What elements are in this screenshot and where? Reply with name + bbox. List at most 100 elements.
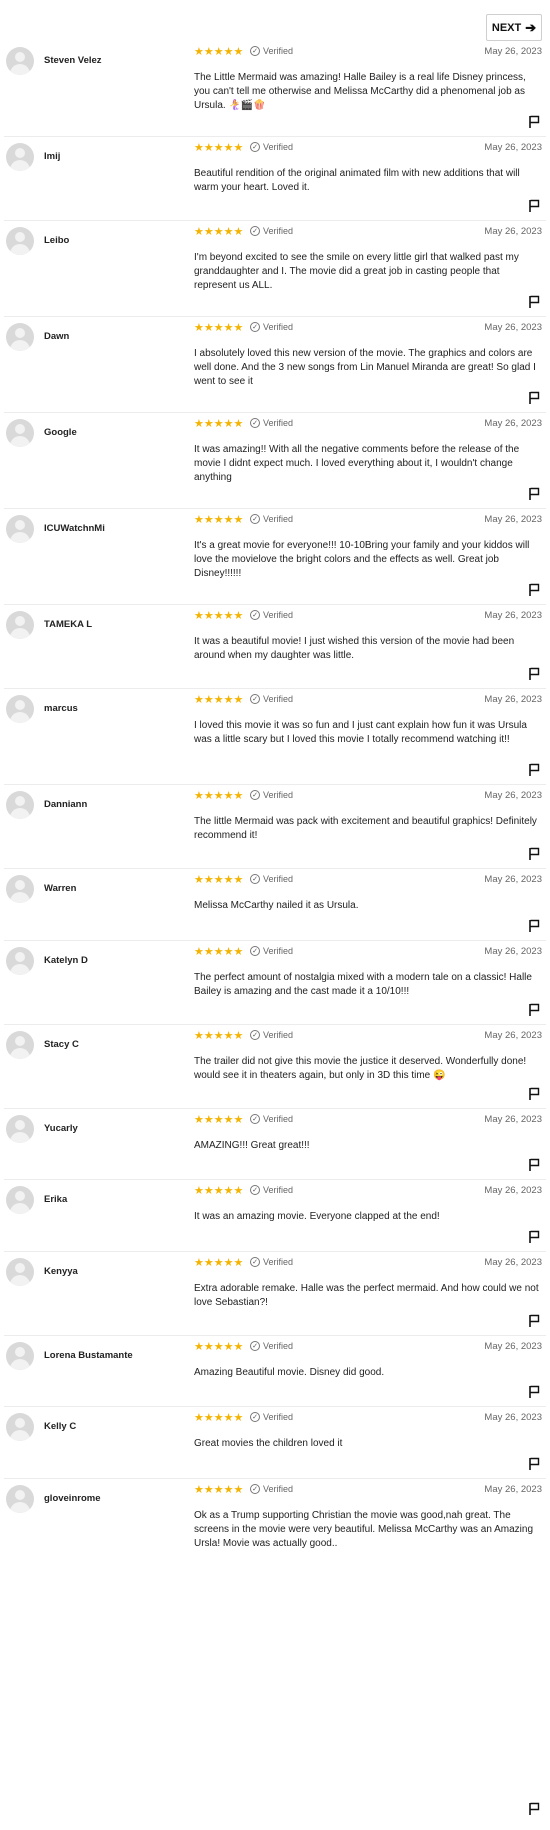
star-icon: ★	[194, 1030, 204, 1042]
review-item: Stacy C ★ ★ ★ ★ ★ ✓ Verified May 26, 2023 The tra…	[4, 1030, 546, 1109]
report-flag-icon[interactable]	[528, 199, 540, 213]
star-icon: ★	[194, 874, 204, 886]
star-rating: ★ ★ ★ ★ ★	[194, 1115, 243, 1126]
star-icon: ★	[203, 418, 214, 430]
star-icon: ★	[213, 1030, 224, 1042]
report-flag-icon[interactable]	[528, 1230, 540, 1244]
star-icon: ★	[223, 946, 234, 958]
star-icon: ★	[223, 514, 234, 526]
avatar-icon	[6, 1031, 34, 1059]
review-item: Leibo ★ ★ ★ ★ ★ ✓ Verified May 26, 2023 I'm beyon…	[4, 226, 546, 317]
report-flag-icon[interactable]	[528, 1314, 540, 1328]
verified-badge: ✓ Verified	[250, 874, 293, 884]
review-author: Dawn	[44, 331, 70, 342]
report-flag-icon[interactable]	[528, 667, 540, 681]
avatar-icon	[6, 1186, 34, 1214]
verified-label: Verified	[263, 514, 294, 524]
star-rating: ★ ★ ★ ★ ★	[194, 1485, 243, 1496]
review-text: It was amazing!! With all the negative c…	[194, 444, 520, 483]
star-icon: ★	[233, 418, 244, 430]
review-item: gloveinrome ★ ★ ★ ★ ★ ✓ Verified May 26, 2023 Ok …	[4, 1484, 546, 1824]
star-icon: ★	[194, 142, 204, 154]
arrow-right-icon: ➔	[525, 20, 537, 35]
star-icon: ★	[194, 514, 204, 526]
star-icon: ★	[223, 46, 234, 58]
avatar-icon	[6, 515, 34, 543]
report-flag-icon[interactable]	[528, 487, 540, 501]
verified-badge: ✓ Verified	[250, 1030, 293, 1040]
report-flag-icon[interactable]	[528, 847, 540, 861]
star-rating: ★ ★ ★ ★ ★	[194, 419, 243, 430]
star-rating: ★ ★ ★ ★ ★	[194, 1258, 243, 1269]
star-icon: ★	[223, 1114, 234, 1126]
report-flag-icon[interactable]	[528, 1385, 540, 1399]
star-icon: ★	[223, 418, 234, 430]
review-item: Katelyn D ★ ★ ★ ★ ★ ✓ Verified May 26, 2023 The p…	[4, 946, 546, 1025]
avatar-icon	[6, 791, 34, 819]
star-rating: ★ ★ ★ ★ ★	[194, 323, 243, 334]
review-author: Kenyya	[44, 1266, 78, 1277]
star-icon: ★	[213, 322, 224, 334]
review-date: May 26, 2023	[484, 946, 542, 957]
report-flag-icon[interactable]	[528, 583, 540, 597]
avatar-icon	[6, 1485, 34, 1513]
review-item: Dawn ★ ★ ★ ★ ★ ✓ Verified May 26, 2023 I absolute…	[4, 322, 546, 413]
review-item: Erika ★ ★ ★ ★ ★ ✓ Verified May 26, 2023 It was an…	[4, 1185, 546, 1252]
check-circle-icon: ✓	[250, 1341, 260, 1351]
review-text: I absolutely loved this new version of t…	[194, 348, 536, 387]
report-flag-icon[interactable]	[528, 295, 540, 309]
review-author: Google	[44, 427, 77, 438]
verified-label: Verified	[263, 1114, 294, 1124]
review-author: Danniann	[44, 799, 88, 810]
check-circle-icon: ✓	[250, 322, 260, 332]
check-circle-icon: ✓	[250, 874, 260, 884]
review-date: May 26, 2023	[484, 1341, 542, 1352]
review-author: Kelly C	[44, 1421, 77, 1432]
review-date: May 26, 2023	[484, 874, 542, 885]
report-flag-icon[interactable]	[528, 1087, 540, 1101]
review-author: Yucarly	[44, 1123, 78, 1134]
report-flag-icon[interactable]	[528, 1158, 540, 1172]
check-circle-icon: ✓	[250, 418, 260, 428]
star-icon: ★	[233, 322, 244, 334]
review-item: Yucarly ★ ★ ★ ★ ★ ✓ Verified May 26, 2023 AMAZING…	[4, 1114, 546, 1180]
star-icon: ★	[203, 142, 214, 154]
star-icon: ★	[213, 226, 224, 238]
star-rating: ★ ★ ★ ★ ★	[194, 143, 243, 154]
review-text: AMAZING!!! Great great!!!	[194, 1140, 310, 1151]
verified-label: Verified	[263, 694, 294, 704]
star-icon: ★	[213, 874, 224, 886]
avatar-icon	[6, 1258, 34, 1286]
star-icon: ★	[213, 418, 224, 430]
star-icon: ★	[233, 226, 244, 238]
verified-label: Verified	[263, 1412, 294, 1422]
report-flag-icon[interactable]	[528, 115, 540, 129]
star-icon: ★	[194, 1185, 204, 1197]
star-rating: ★ ★ ★ ★ ★	[194, 875, 243, 886]
verified-label: Verified	[263, 1030, 294, 1040]
star-icon: ★	[194, 1257, 204, 1269]
verified-badge: ✓ Verified	[250, 322, 293, 332]
check-circle-icon: ✓	[250, 226, 260, 236]
review-date: May 26, 2023	[484, 1484, 542, 1495]
report-flag-icon[interactable]	[528, 919, 540, 933]
check-circle-icon: ✓	[250, 1257, 260, 1267]
check-circle-icon: ✓	[250, 1114, 260, 1124]
report-flag-icon[interactable]	[528, 1003, 540, 1017]
avatar-icon	[6, 875, 34, 903]
star-icon: ★	[233, 1412, 244, 1424]
star-icon: ★	[233, 142, 244, 154]
review-author: Steven Velez	[44, 55, 102, 66]
report-flag-icon[interactable]	[528, 1802, 540, 1816]
next-page-button[interactable]: NEXT ➔	[486, 14, 542, 41]
report-flag-icon[interactable]	[528, 763, 540, 777]
review-item: Kelly C ★ ★ ★ ★ ★ ✓ Verified May 26, 2023 Great m…	[4, 1412, 546, 1479]
star-icon: ★	[194, 1412, 204, 1424]
check-circle-icon: ✓	[250, 790, 260, 800]
report-flag-icon[interactable]	[528, 391, 540, 405]
review-author: Warren	[44, 883, 77, 894]
star-icon: ★	[203, 1484, 214, 1496]
star-icon: ★	[213, 1341, 224, 1353]
report-flag-icon[interactable]	[528, 1457, 540, 1471]
star-icon: ★	[203, 874, 214, 886]
